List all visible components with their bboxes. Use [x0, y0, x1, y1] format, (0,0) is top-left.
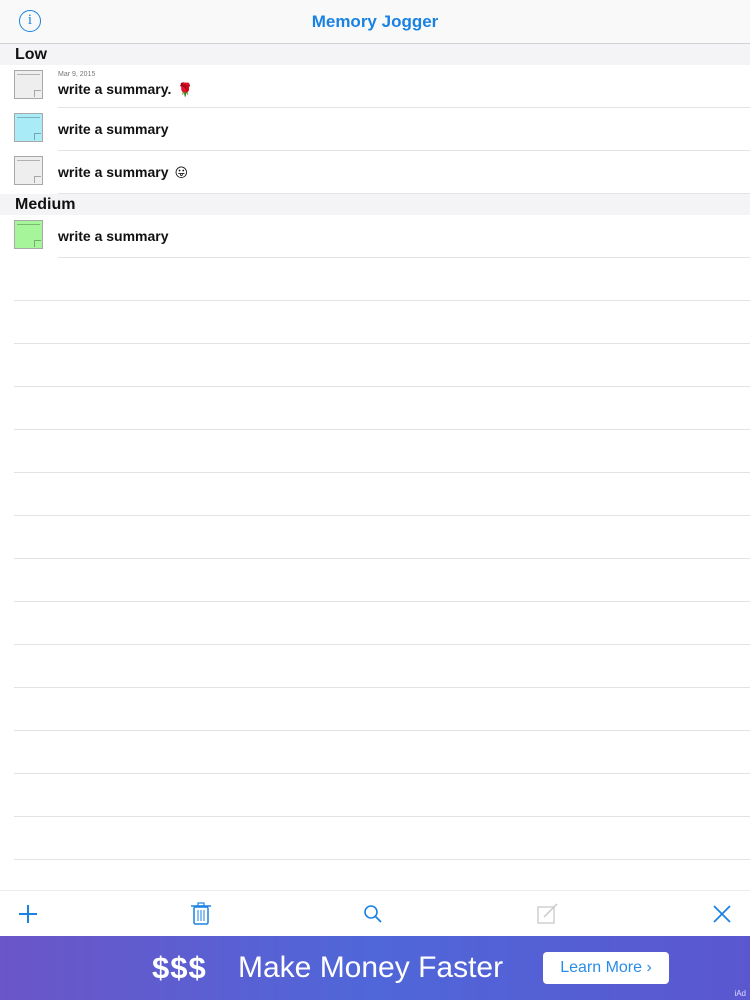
item-label: write a summary: [58, 164, 169, 180]
item-text: write a summary. 🌹: [58, 81, 194, 98]
note-icon: [14, 220, 43, 249]
tongue-emoji: 😛: [174, 165, 189, 180]
empty-row: [14, 731, 750, 774]
learn-more-button[interactable]: Learn More ›: [543, 952, 669, 984]
empty-row: [14, 774, 750, 817]
empty-row: [14, 645, 750, 688]
navigation-bar: i Memory Jogger: [0, 0, 750, 44]
empty-row: [14, 817, 750, 860]
ad-banner[interactable]: $$$ Make Money Faster Learn More › iAd: [0, 936, 750, 1000]
list-item[interactable]: write a summary: [14, 108, 750, 151]
item-text: write a summary: [58, 121, 169, 137]
list-item[interactable]: write a summary 😛: [14, 151, 750, 194]
empty-row: [14, 258, 750, 301]
item-label: write a summary.: [58, 81, 172, 97]
search-icon[interactable]: [360, 901, 386, 927]
note-icon: [14, 70, 43, 99]
section-header-medium: Medium: [0, 194, 750, 215]
notes-list: Low Mar 9, 2015 write a summary. 🌹 write …: [0, 44, 750, 860]
note-icon: [14, 156, 43, 185]
item-label: write a summary: [58, 228, 169, 244]
bottom-toolbar: [0, 890, 750, 937]
rose-emoji: 🌹: [177, 82, 194, 97]
empty-row: [14, 688, 750, 731]
item-text: write a summary 😛: [58, 164, 188, 181]
empty-row: [14, 516, 750, 559]
trash-icon[interactable]: [188, 901, 214, 927]
iad-mark: iAd: [734, 989, 746, 998]
plus-icon[interactable]: [15, 901, 41, 927]
close-icon[interactable]: [709, 901, 735, 927]
note-icon: [14, 113, 43, 142]
list-item[interactable]: Mar 9, 2015 write a summary. 🌹: [14, 65, 750, 108]
empty-row: [14, 387, 750, 430]
empty-row: [14, 301, 750, 344]
item-text: write a summary: [58, 228, 169, 244]
section-header-low: Low: [0, 44, 750, 65]
page-title: Memory Jogger: [311, 12, 439, 31]
ad-headline: Make Money Faster: [238, 951, 504, 984]
empty-row: [14, 473, 750, 516]
item-label: write a summary: [58, 121, 169, 137]
item-date: Mar 9, 2015: [58, 71, 96, 78]
list-item[interactable]: write a summary: [14, 215, 750, 258]
ad-dollars: $$$: [152, 950, 207, 985]
empty-row: [14, 602, 750, 645]
empty-row: [14, 344, 750, 387]
empty-row: [14, 559, 750, 602]
compose-icon[interactable]: [535, 901, 561, 927]
empty-row: [14, 430, 750, 473]
